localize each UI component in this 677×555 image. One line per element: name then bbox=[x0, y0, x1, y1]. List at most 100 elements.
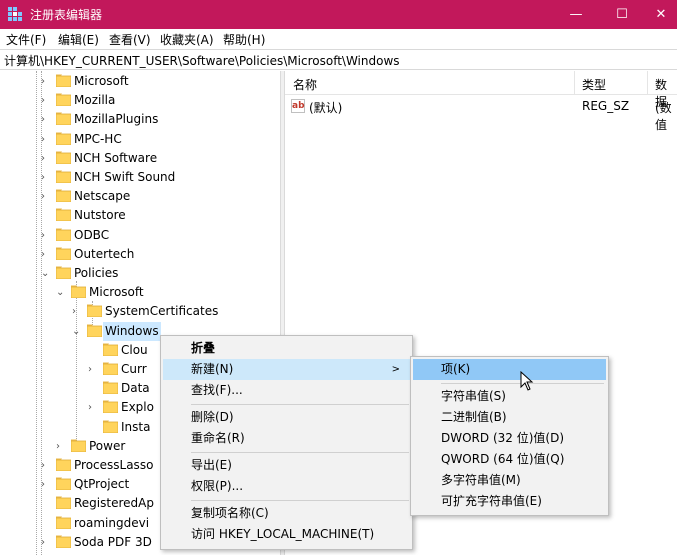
chevron-right-icon[interactable]: › bbox=[41, 249, 51, 260]
menu-item-label: 二进制值(B) bbox=[441, 410, 507, 424]
tree-node-label: Soda PDF 3D bbox=[74, 534, 152, 549]
menu-item-label: 导出(E) bbox=[191, 458, 232, 472]
menu-item-label: 新建(N) bbox=[191, 362, 234, 376]
submenu-item-qword-value[interactable]: QWORD (64 位)值(Q) bbox=[413, 449, 606, 470]
folder-icon bbox=[55, 477, 72, 491]
folder-icon bbox=[55, 458, 72, 472]
chevron-right-icon[interactable]: › bbox=[41, 77, 51, 87]
chevron-right-icon[interactable]: › bbox=[41, 173, 51, 183]
tree-node-label: Nutstore bbox=[74, 208, 126, 223]
chevron-down-icon[interactable]: ⌄ bbox=[72, 326, 82, 337]
maximize-button[interactable]: ☐ bbox=[599, 0, 645, 29]
tree-node-label: MozillaPlugins bbox=[74, 112, 159, 127]
folder-icon bbox=[102, 362, 119, 376]
tree-node-label: Power bbox=[89, 438, 126, 453]
list-header: 名称 类型 数据 bbox=[285, 71, 677, 109]
chevron-right-icon[interactable]: › bbox=[41, 230, 51, 241]
menu-item-collapse[interactable]: 折叠 bbox=[163, 338, 410, 359]
address-path[interactable]: 计算机\HKEY_CURRENT_USER\Software\Policies\… bbox=[4, 52, 400, 69]
folder-icon bbox=[55, 208, 72, 222]
menu-item-label: 可扩充字符串值(E) bbox=[441, 494, 542, 508]
menu-item-rename[interactable]: 重命名(R) bbox=[163, 428, 410, 449]
folder-icon bbox=[55, 74, 72, 88]
menu-item-permissions[interactable]: 权限(P)... bbox=[163, 476, 410, 497]
registry-editor-icon bbox=[8, 7, 22, 21]
close-button[interactable]: ✕ bbox=[645, 0, 677, 29]
folder-icon bbox=[70, 285, 87, 299]
menu-item-copy-key-name[interactable]: 复制项名称(C) bbox=[163, 503, 410, 524]
submenu-item-string-value[interactable]: 字符串值(S) bbox=[413, 386, 606, 407]
chevron-right-icon[interactable]: › bbox=[41, 134, 51, 145]
submenu-item-expandable-string-value[interactable]: 可扩充字符串值(E) bbox=[413, 491, 606, 512]
chevron-right-icon[interactable]: › bbox=[41, 115, 51, 125]
chevron-right-icon[interactable]: › bbox=[41, 96, 51, 106]
tree-node-label: Outertech bbox=[74, 246, 135, 261]
column-divider[interactable] bbox=[574, 71, 575, 95]
chevron-right-icon[interactable]: › bbox=[88, 403, 98, 413]
chevron-right-icon[interactable]: › bbox=[56, 441, 66, 452]
submenu-item-multi-string-value[interactable]: 多字符串值(M) bbox=[413, 470, 606, 491]
chevron-right-icon[interactable]: › bbox=[41, 192, 51, 202]
chevron-right-icon[interactable] bbox=[88, 384, 98, 394]
menu-view[interactable]: 查看(V) bbox=[109, 31, 151, 48]
chevron-right-icon[interactable]: › bbox=[41, 480, 51, 490]
menu-file[interactable]: 文件(F) bbox=[6, 31, 46, 48]
tree-node-label: Insta bbox=[121, 419, 151, 434]
window-title: 注册表编辑器 bbox=[30, 8, 103, 22]
submenu-item-key[interactable]: 项(K) bbox=[413, 359, 606, 380]
chevron-right-icon[interactable]: › bbox=[88, 365, 98, 375]
chevron-right-icon[interactable] bbox=[41, 499, 51, 509]
menu-item-label: 重命名(R) bbox=[191, 431, 245, 445]
submenu-item-binary-value[interactable]: 二进制值(B) bbox=[413, 407, 606, 428]
chevron-right-icon[interactable] bbox=[88, 346, 98, 356]
submenu-item-dword-value[interactable]: DWORD (32 位)值(D) bbox=[413, 428, 606, 449]
chevron-right-icon[interactable]: › bbox=[41, 537, 51, 548]
column-name[interactable]: 名称 bbox=[293, 76, 317, 93]
chevron-right-icon[interactable] bbox=[41, 211, 51, 221]
chevron-down-icon[interactable]: ⌄ bbox=[56, 288, 66, 298]
tree-node-label: Data bbox=[121, 381, 150, 396]
tree-node-label: ODBC bbox=[74, 227, 110, 242]
chevron-right-icon[interactable] bbox=[41, 519, 51, 529]
menu-item-label: 多字符串值(M) bbox=[441, 473, 521, 487]
menu-item-export[interactable]: 导出(E) bbox=[163, 455, 410, 476]
menu-item-delete[interactable]: 删除(D) bbox=[163, 407, 410, 428]
folder-icon bbox=[55, 112, 72, 126]
column-divider[interactable] bbox=[647, 71, 648, 95]
chevron-right-icon[interactable]: › bbox=[41, 153, 51, 164]
menu-help[interactable]: 帮助(H) bbox=[223, 31, 265, 48]
tree-node-label: Mozilla bbox=[74, 93, 116, 108]
folder-icon bbox=[102, 420, 119, 433]
menu-bar: 文件(F) 编辑(E) 查看(V) 收藏夹(A) 帮助(H) bbox=[0, 29, 677, 49]
tree-node-label: Curr bbox=[121, 362, 147, 376]
list-item[interactable]: ab (默认) REG_SZ (数值 bbox=[285, 97, 677, 132]
menu-item-goto-hklm[interactable]: 访问 HKEY_LOCAL_MACHINE(T) bbox=[163, 524, 410, 545]
tree-node-label: MPC-HC bbox=[74, 131, 122, 146]
menu-item-new[interactable]: 新建(N) > bbox=[163, 359, 410, 380]
menu-edit[interactable]: 编辑(E) bbox=[58, 31, 99, 48]
menu-item-find[interactable]: 查找(F)... bbox=[163, 380, 410, 401]
folder-icon bbox=[55, 247, 72, 261]
tree-node-label: Policies bbox=[74, 266, 119, 280]
tree-node-label: roamingdevi bbox=[74, 515, 150, 530]
tree-node-label: SystemCertificates bbox=[105, 304, 219, 319]
menu-favorites[interactable]: 收藏夹(A) bbox=[160, 31, 214, 48]
menu-item-label: 字符串值(S) bbox=[441, 389, 506, 403]
chevron-right-icon[interactable]: › bbox=[72, 307, 82, 317]
chevron-right-icon[interactable]: › bbox=[41, 461, 51, 471]
minimize-button[interactable]: — bbox=[553, 0, 599, 29]
tree-node-label: Explo bbox=[121, 400, 154, 415]
folder-icon bbox=[55, 151, 72, 165]
menu-item-label: 删除(D) bbox=[191, 410, 234, 424]
column-type[interactable]: 类型 bbox=[582, 76, 606, 93]
menu-item-label: 折叠 bbox=[191, 341, 216, 355]
address-bar[interactable]: 计算机\HKEY_CURRENT_USER\Software\Policies\… bbox=[0, 49, 677, 70]
tree-node-label: Windows bbox=[103, 321, 161, 341]
tree-node-label: ProcessLasso bbox=[74, 458, 154, 472]
tree-node-label: Microsoft bbox=[89, 285, 144, 300]
folder-icon bbox=[55, 228, 72, 241]
menu-item-label: 复制项名称(C) bbox=[191, 506, 269, 520]
chevron-down-icon[interactable]: ⌄ bbox=[41, 269, 51, 279]
string-value-icon: ab bbox=[291, 99, 305, 113]
chevron-right-icon[interactable] bbox=[88, 423, 98, 433]
